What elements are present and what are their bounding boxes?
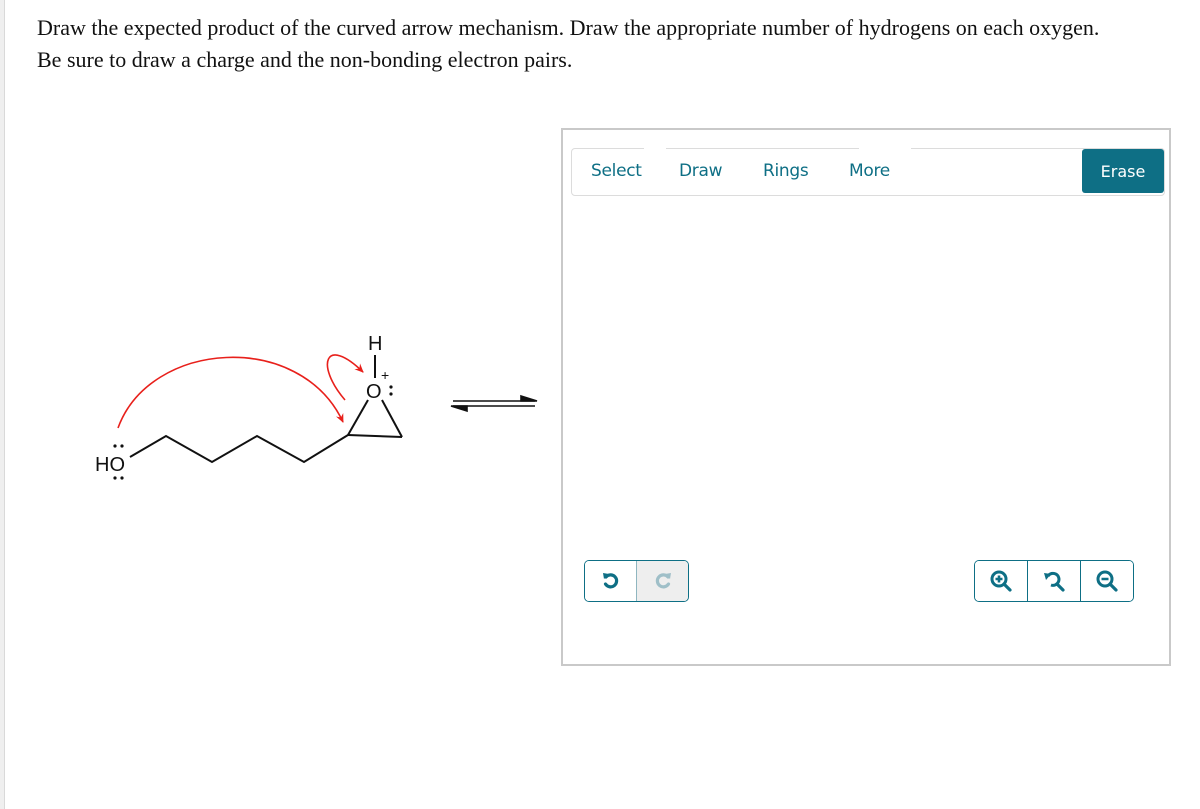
zoom-out-icon: [1096, 570, 1118, 592]
epoxide-ring: [347, 399, 403, 438]
equilibrium-arrow-icon: [450, 394, 538, 413]
question-line-2: Be sure to draw a charge and the non-bon…: [37, 47, 573, 72]
undo-icon: [602, 573, 618, 589]
zoom-reset-button[interactable]: [1027, 561, 1080, 601]
zoom-controls: [974, 560, 1134, 602]
hydroxyl-label: HO: [95, 454, 125, 476]
tab-draw[interactable]: Draw: [679, 161, 723, 181]
toolbar-border-gap: [859, 148, 911, 150]
left-margin-stripe: [0, 0, 5, 809]
erase-button[interactable]: Erase: [1082, 149, 1164, 193]
curved-arrow-nucleophile: [117, 356, 344, 429]
mechanism-svg: HO O + H: [95, 333, 538, 480]
question-prompt: Draw the expected product of the curved …: [37, 12, 1187, 76]
positive-charge: +: [381, 367, 389, 383]
history-controls: [584, 560, 689, 602]
question-line-1: Draw the expected product of the curved …: [37, 15, 1100, 40]
structure-editor: Select Draw Rings More Erase: [561, 128, 1171, 666]
zoom-reset-icon: [1044, 571, 1065, 592]
epoxide-lone-pair: [389, 385, 393, 396]
curved-arrow-bond-break: [326, 354, 364, 401]
epoxide-oxygen-label: O: [366, 381, 382, 403]
epoxide-hydrogen-label: H: [368, 333, 382, 355]
zoom-in-icon: [990, 570, 1012, 592]
zoom-out-button[interactable]: [1080, 561, 1133, 601]
tab-more[interactable]: More: [849, 161, 890, 181]
zoom-in-button[interactable]: [975, 561, 1027, 601]
tab-select[interactable]: Select: [591, 161, 642, 181]
undo-button[interactable]: [585, 561, 636, 601]
toolbar-border-gap: [644, 148, 666, 150]
mechanism-diagram: HO O + H: [80, 310, 560, 510]
editor-toolbar: Select Draw Rings More Erase: [571, 148, 1165, 196]
tab-rings[interactable]: Rings: [763, 161, 809, 181]
redo-icon: [655, 573, 671, 589]
carbon-chain: [129, 434, 349, 464]
redo-button[interactable]: [636, 561, 688, 601]
